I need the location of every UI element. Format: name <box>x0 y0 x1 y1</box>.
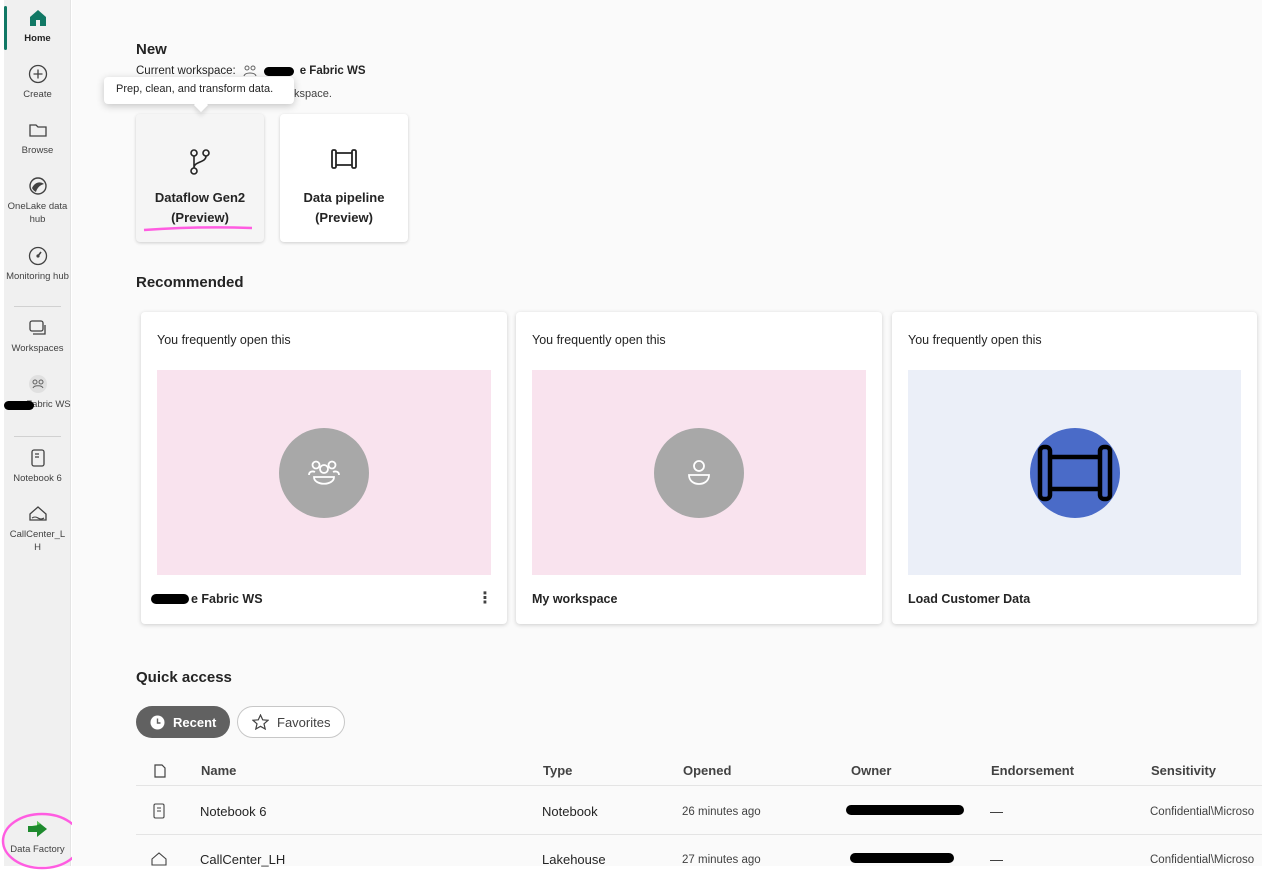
tooltip: Prep, clean, and transform data. <box>104 77 294 104</box>
column-endorsement[interactable]: Endorsement <box>991 763 1074 778</box>
column-name[interactable]: Name <box>201 763 236 778</box>
tab-recent[interactable]: Recent <box>136 706 231 738</box>
row-name[interactable]: CallCenter_LH <box>200 852 285 867</box>
recommended-card-my-workspace[interactable]: You frequently open this My workspace <box>516 312 882 624</box>
recommended-card-load-customer-data[interactable]: You frequently open this Load Customer D… <box>892 312 1257 624</box>
card-thumbnail <box>908 370 1241 575</box>
column-opened[interactable]: Opened <box>683 763 731 778</box>
workspaces-icon <box>28 320 46 335</box>
rail-item-callcenter[interactable]: CallCenter_LH <box>4 504 71 554</box>
rail-item-onelake[interactable]: OneLake data hub <box>4 176 71 226</box>
pipeline-icon <box>331 149 357 169</box>
recommended-heading: Recommended <box>136 274 244 291</box>
column-sensitivity[interactable]: Sensitivity <box>1151 763 1216 778</box>
table-row[interactable]: CallCenter_LH Lakehouse 27 minutes ago —… <box>136 835 1262 871</box>
redaction-mark <box>4 401 34 410</box>
rail-item-create[interactable]: Create <box>4 64 71 101</box>
recommended-card-fabric-ws[interactable]: You frequently open this e Fabric WS ⋮ <box>141 312 507 624</box>
clock-icon <box>150 715 165 729</box>
row-opened: 26 minutes ago <box>682 806 761 818</box>
redaction-mark <box>263 66 294 76</box>
main-content: New Current workspace: e Fabric WS kspac… <box>72 0 1262 867</box>
notebook-icon <box>153 803 165 819</box>
redaction-mark <box>846 805 964 815</box>
annotation-pink-underline <box>143 226 253 232</box>
lakehouse-icon <box>28 506 47 521</box>
table-row[interactable]: Notebook 6 Notebook 26 minutes ago — Con… <box>136 787 1262 835</box>
home-icon <box>29 10 46 26</box>
row-type: Notebook <box>542 804 598 819</box>
annotation-pink-circle <box>1 812 83 870</box>
pipeline-icon <box>1037 444 1112 501</box>
notebook-icon <box>30 449 45 467</box>
rail-item-browse[interactable]: Browse <box>4 120 71 157</box>
file-type-icon <box>154 764 166 778</box>
rail-separator <box>14 306 61 307</box>
rail-item-workspaces[interactable]: Workspaces <box>4 318 71 355</box>
left-nav-rail: Home Create Browse OneLake data hub Moni… <box>4 0 71 866</box>
more-options-icon[interactable]: ⋮ <box>477 588 493 608</box>
folder-icon <box>28 124 47 137</box>
row-type: Lakehouse <box>542 852 606 867</box>
row-opened: 27 minutes ago <box>682 854 761 866</box>
rail-item-monitoring[interactable]: Monitoring hub <box>4 246 71 283</box>
new-heading: New <box>136 41 167 58</box>
rail-item-notebook[interactable]: Notebook 6 <box>4 448 71 485</box>
star-icon <box>252 714 269 730</box>
dataflow-gen2-card[interactable]: Dataflow Gen2 (Preview) <box>136 114 264 242</box>
people-icon <box>28 375 47 393</box>
card-thumbnail <box>157 370 491 575</box>
people-group-icon <box>308 460 340 485</box>
row-sensitivity: Confidential\Microso <box>1150 854 1255 866</box>
column-type[interactable]: Type <box>543 763 572 778</box>
lakehouse-icon <box>151 852 167 866</box>
person-icon <box>688 459 710 485</box>
rail-item-home[interactable]: Home <box>4 8 71 45</box>
current-workspace: Current workspace: e Fabric WS <box>136 65 366 77</box>
monitor-icon <box>28 246 47 266</box>
people-icon <box>243 65 257 77</box>
quick-access-heading: Quick access <box>136 669 232 686</box>
column-owner[interactable]: Owner <box>851 763 891 778</box>
table-header: Name Type Opened Owner Endorsement Sensi… <box>136 756 1262 786</box>
row-endorsement: — <box>990 804 1003 819</box>
redaction-mark <box>151 594 189 604</box>
redaction-mark <box>850 853 954 863</box>
tab-favorites[interactable]: Favorites <box>237 706 346 738</box>
rail-separator <box>14 436 61 437</box>
new-subtext: kspace. <box>294 88 332 100</box>
row-sensitivity: Confidential\Microso <box>1150 806 1255 818</box>
dataflow-icon <box>190 149 210 175</box>
plus-circle-icon <box>28 64 47 84</box>
card-thumbnail <box>532 370 866 575</box>
data-pipeline-card[interactable]: Data pipeline (Preview) <box>280 114 408 242</box>
onelake-icon <box>28 177 47 195</box>
row-endorsement: — <box>990 852 1003 867</box>
row-name[interactable]: Notebook 6 <box>200 804 267 819</box>
